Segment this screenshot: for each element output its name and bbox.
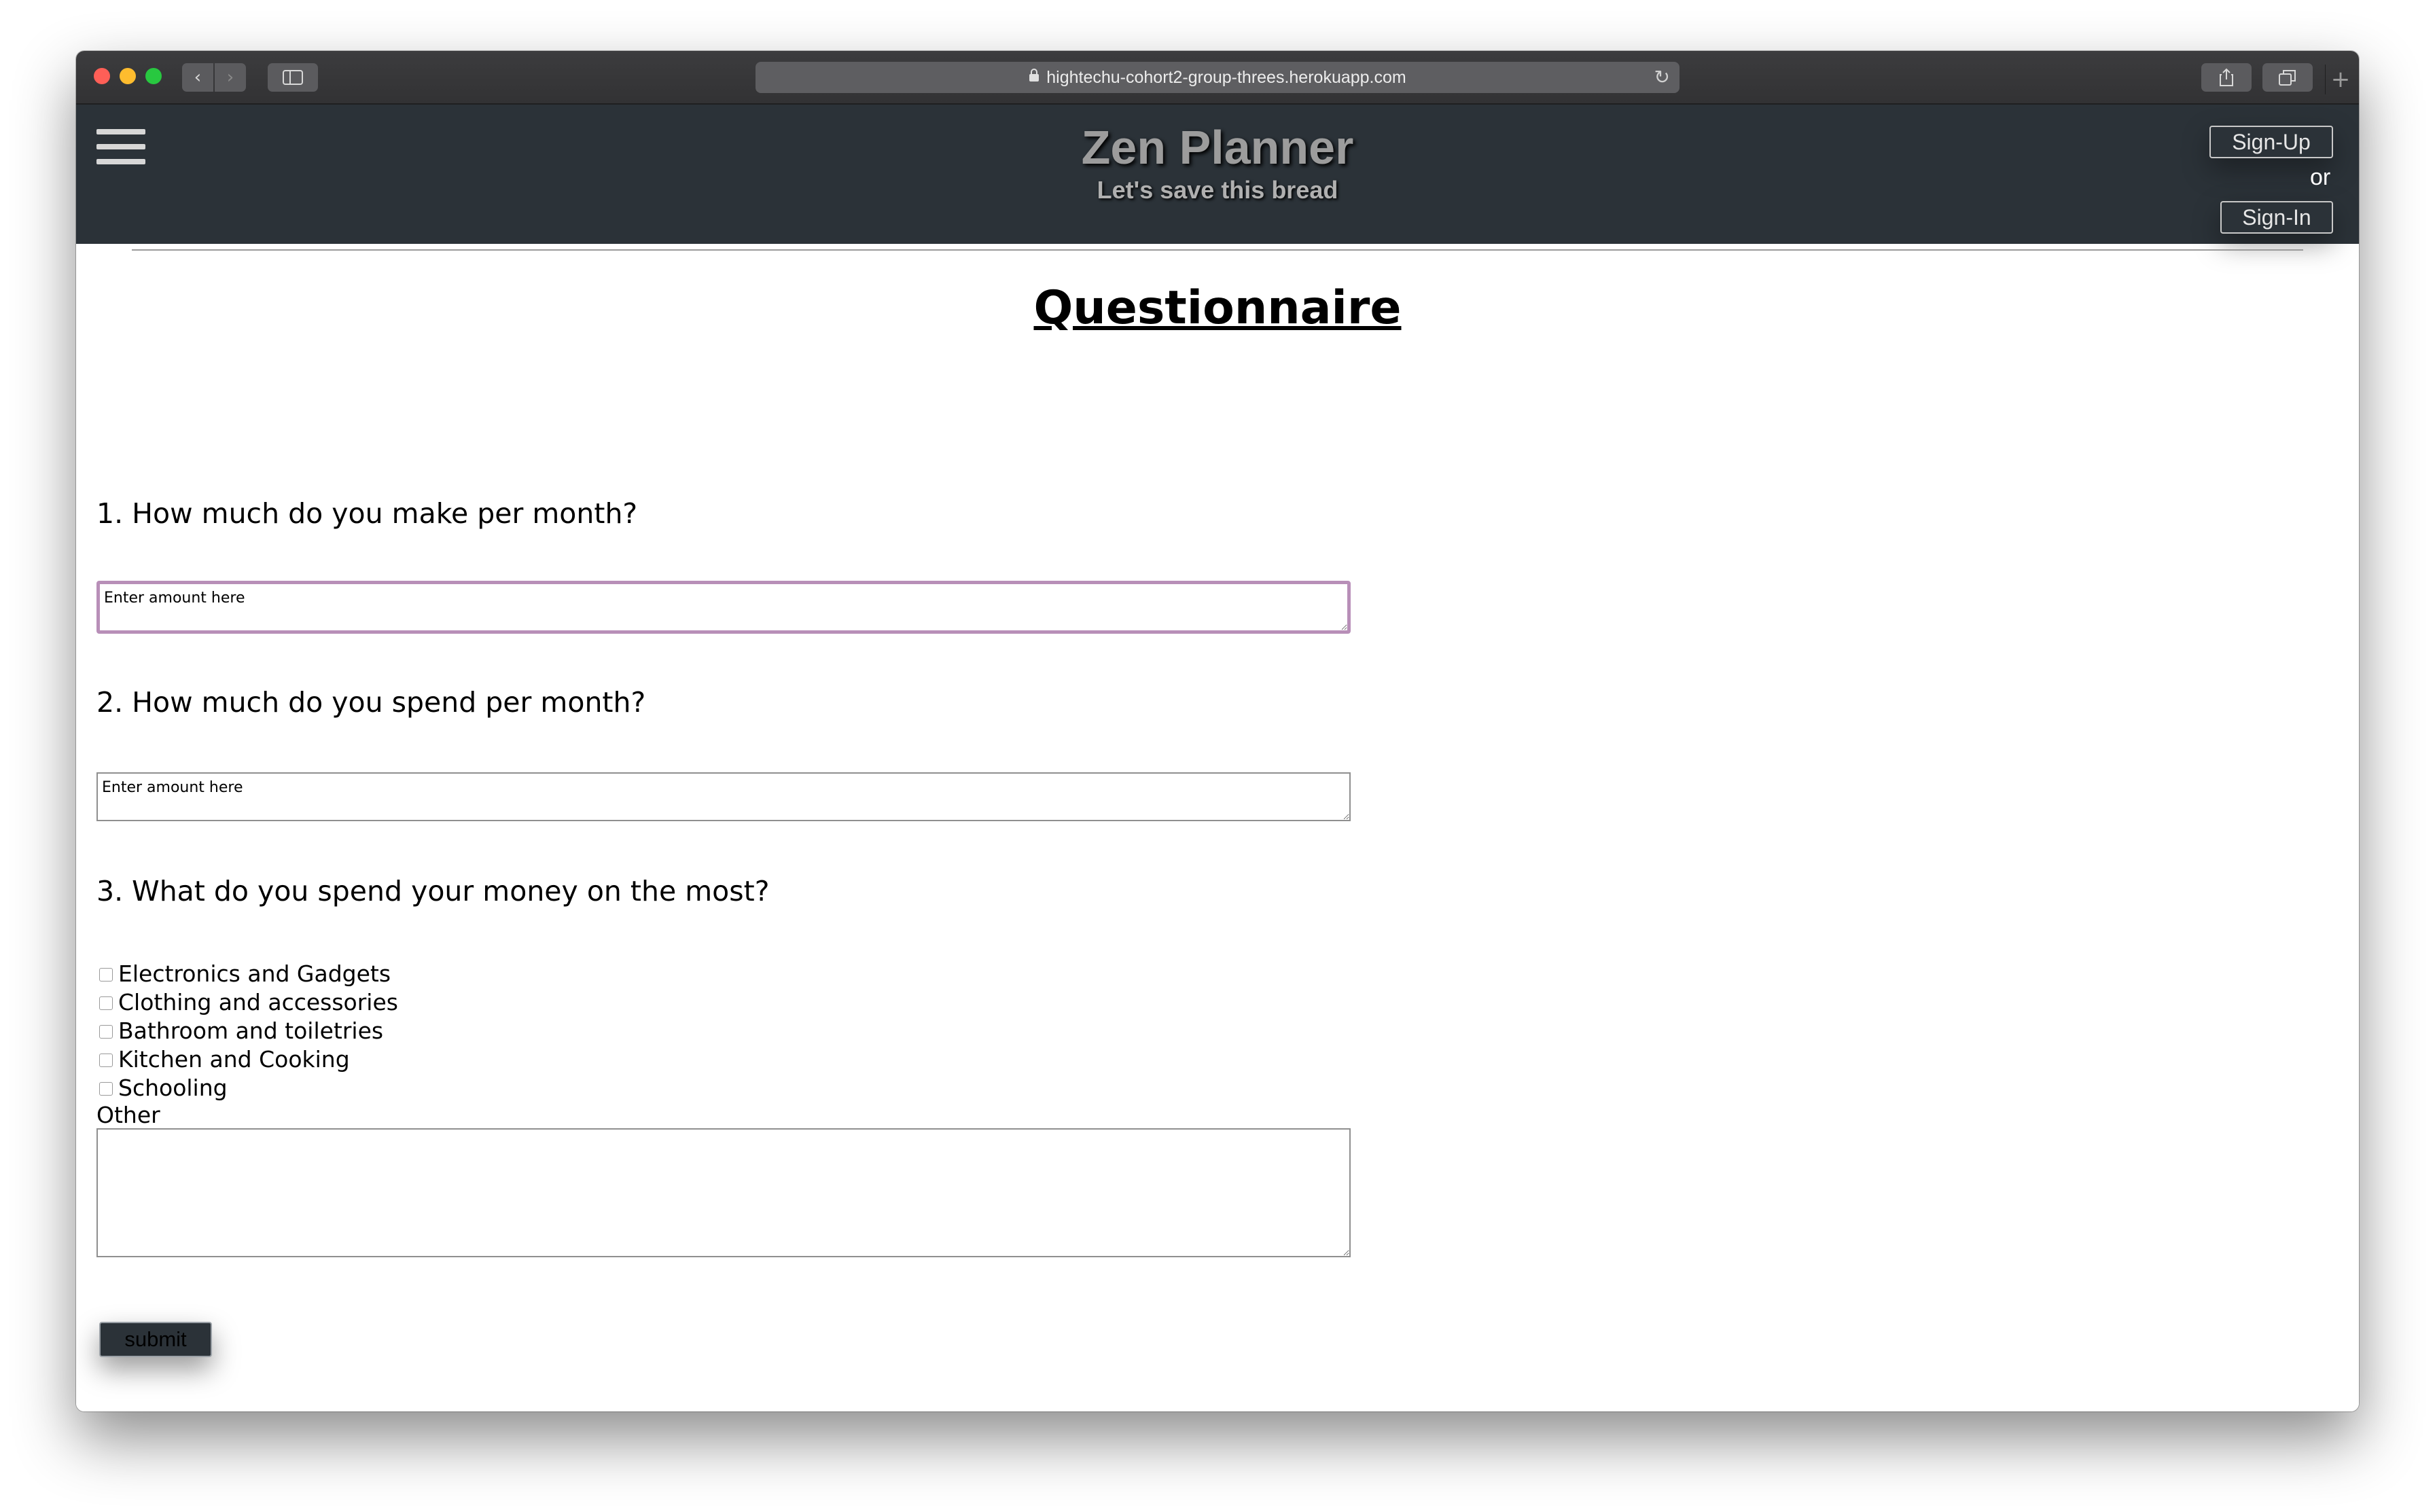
sidebar-toggle-button[interactable] [268, 63, 318, 92]
sidebar-icon [283, 70, 303, 85]
category-option-label: Schooling [118, 1074, 228, 1101]
other-label: Other [96, 1102, 160, 1128]
sign-up-button[interactable]: Sign-Up [2209, 126, 2333, 158]
category-option[interactable]: Kitchen and Cooking [96, 1045, 398, 1073]
category-option-label: Bathroom and toiletries [118, 1017, 384, 1044]
category-option-label: Kitchen and Cooking [118, 1045, 350, 1073]
divider [132, 249, 2303, 251]
checkbox[interactable] [99, 1082, 113, 1096]
url-text: hightechu-cohort2-group-threes.herokuapp… [1046, 67, 1406, 87]
reload-icon[interactable]: ↻ [1654, 66, 1670, 88]
minimize-window-button[interactable] [120, 68, 136, 84]
question-income-label: 1. How much do you make per month? [96, 497, 638, 530]
tabs-icon [2279, 70, 2296, 86]
new-tab-button[interactable]: + [2325, 65, 2356, 94]
auth-or-text: or [2310, 164, 2331, 190]
category-option[interactable]: Bathroom and toiletries [96, 1016, 398, 1045]
tab-overview-button[interactable] [2262, 63, 2313, 92]
checkbox[interactable] [99, 968, 113, 982]
submit-button[interactable]: submit [99, 1322, 212, 1357]
browser-window: ‹ › hightechu-cohort2-group-threes.herok… [76, 51, 2359, 1411]
maximize-window-button[interactable] [145, 68, 162, 84]
checkbox[interactable] [99, 996, 113, 1010]
back-button[interactable]: ‹ [182, 63, 213, 92]
browser-toolbar: ‹ › hightechu-cohort2-group-threes.herok… [76, 51, 2359, 105]
question-categories-label: 3. What do you spend your money on the m… [96, 875, 770, 907]
site-title: Zen Planner [1081, 121, 1354, 174]
close-window-button[interactable] [94, 68, 110, 84]
category-option-label: Clothing and accessories [118, 988, 398, 1015]
share-icon [2220, 68, 2233, 86]
sign-in-button[interactable]: Sign-In [2220, 201, 2333, 234]
chevron-left-icon: ‹ [194, 67, 202, 88]
page-content: Zen Planner Let's save this bread Sign-U… [76, 105, 2359, 1411]
income-amount-field[interactable] [96, 581, 1351, 634]
address-bar[interactable]: hightechu-cohort2-group-threes.herokuapp… [756, 62, 1679, 93]
page-title: Questionnaire [1033, 281, 1402, 335]
brand: Zen Planner Let's save this bread [76, 120, 2359, 205]
checkbox[interactable] [99, 1025, 113, 1039]
plus-icon: + [2330, 66, 2351, 93]
lock-icon [1029, 69, 1039, 86]
category-option-label: Electronics and Gadgets [118, 960, 391, 987]
other-category-field[interactable] [96, 1128, 1351, 1257]
site-header: Zen Planner Let's save this bread Sign-U… [76, 105, 2359, 244]
category-option[interactable]: Clothing and accessories [96, 988, 398, 1016]
category-option[interactable]: Electronics and Gadgets [96, 959, 398, 988]
chevron-right-icon: › [226, 67, 234, 88]
checkbox[interactable] [99, 1054, 113, 1067]
question-spend-label: 2. How much do you spend per month? [96, 686, 646, 719]
site-tagline: Let's save this bread [1097, 176, 1338, 204]
spend-amount-field[interactable] [96, 772, 1351, 821]
share-button[interactable] [2201, 63, 2252, 92]
category-checklist: Electronics and Gadgets Clothing and acc… [96, 959, 398, 1102]
forward-button[interactable]: › [215, 63, 246, 92]
category-option[interactable]: Schooling [96, 1073, 398, 1102]
